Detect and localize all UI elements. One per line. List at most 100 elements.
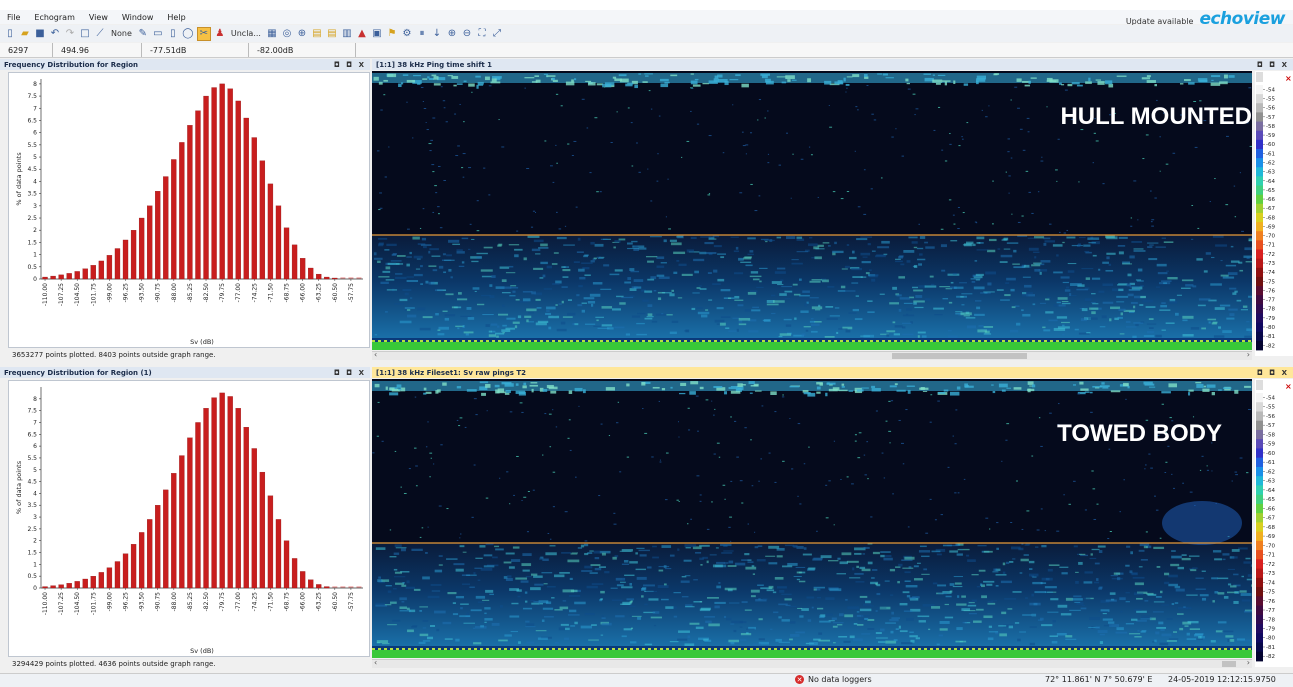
scroll-right-icon[interactable]: › — [1247, 350, 1250, 359]
lower-echo — [811, 331, 818, 333]
calendar-icon[interactable]: ▣ — [371, 28, 383, 40]
colorbar-swatch — [1256, 149, 1263, 159]
bottom-colorbar-svg: ×-54-55-56-57-58-59-60-61-62-63-64-65-66… — [1255, 379, 1293, 667]
scroll-left-icon-2[interactable]: ‹ — [374, 658, 377, 667]
scatter-echo — [582, 99, 585, 100]
colorbar-swatch — [1256, 633, 1263, 643]
menu-file[interactable]: File — [0, 13, 27, 22]
scatter-echo — [1056, 531, 1059, 532]
line-mode-select[interactable]: None — [109, 28, 134, 40]
lower-echo — [812, 559, 822, 561]
x-axis-label: Sv (dB) — [190, 338, 214, 346]
close-icon[interactable]: × — [1285, 382, 1292, 391]
lower-echo — [574, 323, 578, 325]
menu-help[interactable]: Help — [160, 13, 192, 22]
undo-icon[interactable]: ↶ — [49, 28, 61, 40]
scroll-right-icon-2[interactable]: › — [1247, 658, 1250, 667]
draw-line-icon[interactable]: ✎ — [137, 28, 149, 40]
chart-icon[interactable]: ▲ — [356, 28, 368, 40]
region-class-select[interactable]: Uncla... — [229, 28, 263, 40]
lower-echo — [790, 621, 795, 623]
flag-icon[interactable]: ⚑ — [386, 28, 398, 40]
top-echogram-scrollbar[interactable]: ‹ › — [372, 351, 1252, 360]
target-icon[interactable]: ◎ — [281, 28, 293, 40]
region-tool-icon[interactable]: ✂ — [197, 27, 211, 41]
polyline-icon[interactable]: ⟋ — [94, 28, 106, 40]
bar-icon[interactable]: ▯ — [167, 28, 179, 40]
menu-view[interactable]: View — [82, 13, 115, 22]
ellipse-icon[interactable]: ◯ — [182, 28, 194, 40]
menu-window[interactable]: Window — [115, 13, 161, 22]
lower-echo — [523, 570, 530, 572]
zoom-icon[interactable]: ⊕ — [296, 28, 308, 40]
lower-echo — [1139, 550, 1145, 552]
bottom-echogram[interactable]: TOWED BODY — [372, 379, 1252, 658]
bottom-echogram-window-controls[interactable]: ◘ ◘ X — [1257, 369, 1289, 377]
x-tick-label: -77.00 — [235, 283, 242, 303]
new-file-icon[interactable]: ▯ — [4, 28, 16, 40]
bottom-echogram-scrollbar[interactable]: ‹ › — [372, 659, 1252, 668]
export-icon[interactable]: ▤ — [311, 28, 323, 40]
ruler-icon[interactable]: ▭ — [152, 28, 164, 40]
scroll-left-icon[interactable]: ‹ — [374, 350, 377, 359]
bottom-histogram-title-bar: Frequency Distribution for Region (1) ◘ … — [0, 367, 370, 378]
fit-icon[interactable]: ⛶ — [476, 28, 488, 40]
lower-echo — [377, 579, 382, 582]
lower-echo — [796, 567, 806, 568]
colorbar-tick-label: -67 — [1266, 516, 1275, 522]
save-icon[interactable]: ■ — [34, 28, 46, 40]
top-scroll-thumb[interactable] — [892, 353, 1027, 359]
rectangle-select-icon[interactable]: □ — [79, 28, 91, 40]
colorbar-tick-label: -81 — [1266, 334, 1275, 340]
scatter-echo — [1005, 440, 1007, 441]
expand-icon[interactable]: ⤢ — [491, 28, 503, 40]
scatter-echo — [1137, 219, 1138, 220]
open-folder-icon[interactable]: ▰ — [19, 28, 31, 40]
top-echogram[interactable]: HULL MOUNTED — [372, 71, 1252, 350]
scatter-echo — [1096, 140, 1099, 141]
close-icon[interactable]: × — [1285, 74, 1292, 83]
bottom-scroll-thumb[interactable] — [1222, 661, 1236, 667]
lower-echo — [825, 597, 834, 600]
table-icon[interactable]: ▥ — [341, 28, 353, 40]
scatter-echo — [604, 87, 605, 88]
lower-echo — [1035, 547, 1038, 548]
lower-echo — [514, 254, 519, 257]
export2-icon[interactable]: ▤ — [326, 28, 338, 40]
lower-echo — [1184, 625, 1188, 626]
settings-icon[interactable]: ⚙ — [401, 28, 413, 40]
lower-echo — [538, 247, 548, 249]
lower-echo — [725, 327, 729, 329]
error-icon[interactable]: ✕ — [795, 675, 804, 684]
lower-echo — [1202, 598, 1206, 601]
seabed-mark — [546, 648, 549, 650]
lower-echo — [782, 619, 790, 621]
zoom-in-icon[interactable]: ⊕ — [446, 28, 458, 40]
scatter-echo — [730, 416, 732, 417]
seabed-mark — [1134, 648, 1137, 650]
lower-echo — [1158, 622, 1163, 625]
top-echogram-window-controls[interactable]: ◘ ◘ X — [1257, 61, 1289, 69]
bottom-histogram-window-controls[interactable]: ◘ ◘ X — [334, 369, 366, 377]
lower-echo — [423, 627, 427, 628]
top-histogram-window-controls[interactable]: ◘ ◘ X — [334, 61, 366, 69]
lower-echo — [922, 335, 927, 337]
redo-icon[interactable]: ↷ — [64, 28, 76, 40]
colorbar-swatch — [1256, 286, 1263, 296]
y-tick-label: 4.5 — [27, 166, 37, 173]
histogram-bar — [115, 562, 120, 588]
grid-icon[interactable]: ▦ — [266, 28, 278, 40]
pause-icon[interactable]: ⏸ — [416, 28, 428, 40]
step-icon[interactable]: ↓ — [431, 28, 443, 40]
lower-echo — [1133, 306, 1135, 309]
menu-echogram[interactable]: Echogram — [27, 13, 81, 22]
lower-echo — [759, 268, 767, 269]
surface-echo — [991, 384, 994, 385]
person-icon[interactable]: ♟ — [214, 28, 226, 40]
zoom-out-icon[interactable]: ⊖ — [461, 28, 473, 40]
surface-echo — [1032, 384, 1035, 387]
surface-echo — [1006, 388, 1011, 389]
lower-echo — [1092, 303, 1098, 304]
lower-echo — [1129, 289, 1141, 291]
colorbar-swatch — [1256, 522, 1263, 532]
